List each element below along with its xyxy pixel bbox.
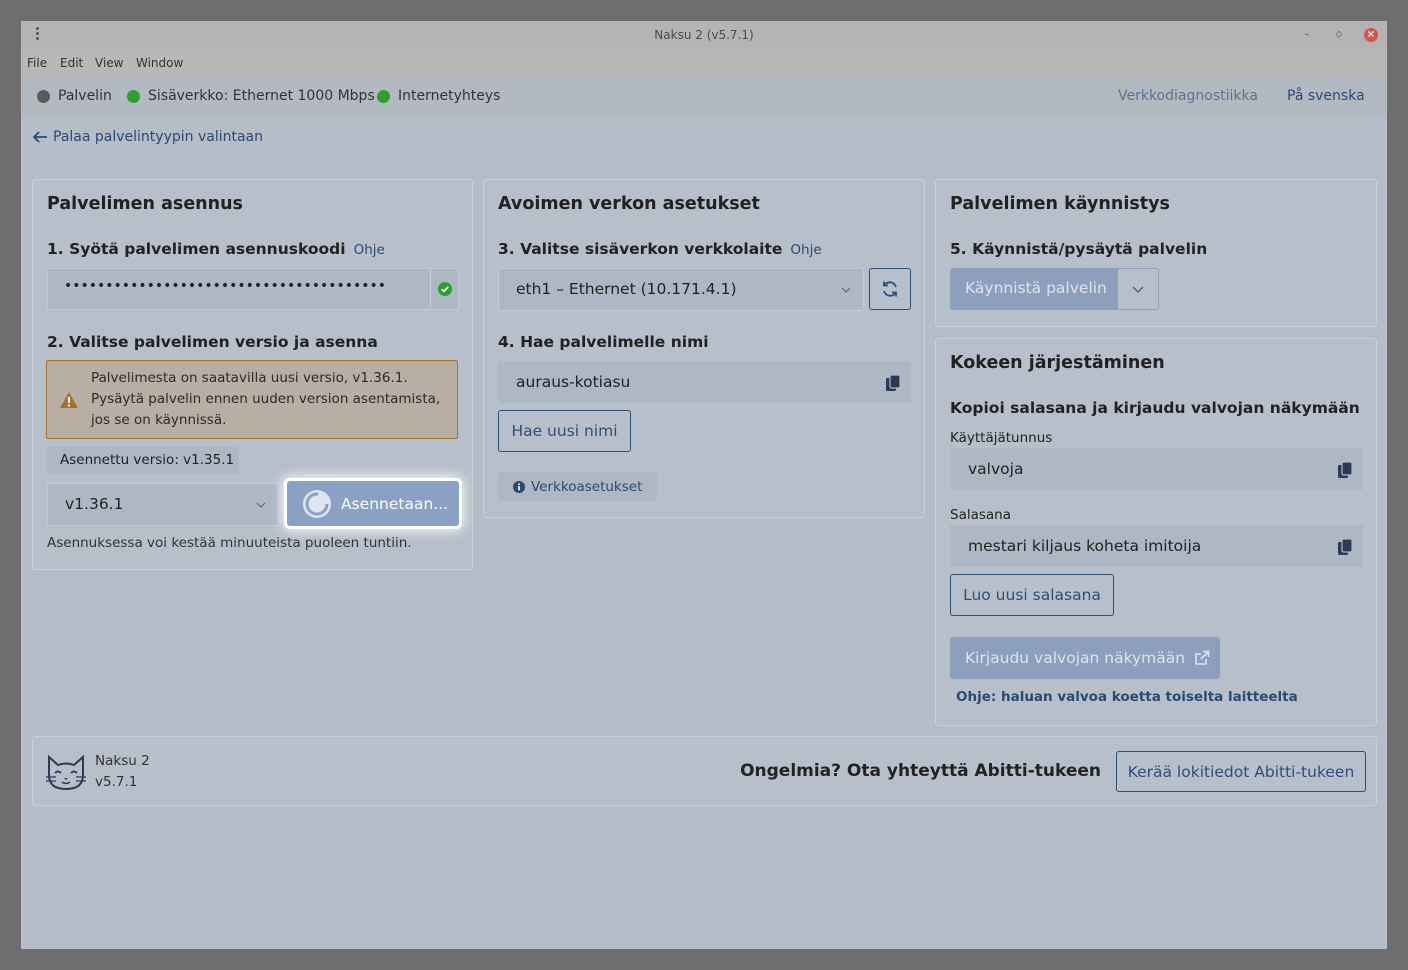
footer-app-name: Naksu 2 <box>95 753 150 769</box>
chevron-down-icon <box>1132 286 1144 293</box>
network-device-select[interactable]: eth1 – Ethernet (10.171.4.1) <box>498 268 864 311</box>
install-code-input[interactable]: ••••••••••••••••••••••••••••••••••••••• <box>47 268 459 310</box>
update-warning-text: Palvelimesta on saatavilla uusi versio, … <box>91 370 441 428</box>
close-icon[interactable]: × <box>1364 28 1378 42</box>
server-name-value: auraus-kotiasu <box>516 373 631 391</box>
warning-icon <box>60 392 78 408</box>
network-card: Avoimen verkon asetukset 3. Valitse sisä… <box>483 179 925 518</box>
password-label: Salasana <box>950 507 1012 523</box>
maximize-icon[interactable]: ⬦ <box>1332 28 1346 42</box>
step1-heading: 1. Syötä palvelimen asennuskoodi Ohje <box>47 240 385 258</box>
install-card-title: Palvelimen asennus <box>47 194 243 214</box>
lan-status-dot <box>127 89 140 103</box>
server-status: Palvelin <box>37 88 112 104</box>
install-duration-note: Asennuksessa voi kestää minuuteista puol… <box>47 535 412 551</box>
network-card-title: Avoimen verkon asetukset <box>498 194 760 214</box>
footer: Naksu 2 v5.7.1 Ongelmia? Ota yhteyttä Ab… <box>32 736 1377 806</box>
arrow-left-icon <box>33 131 47 143</box>
install-button[interactable]: Asennetaan... <box>287 481 459 526</box>
code-valid-indicator <box>430 269 458 309</box>
chevron-down-icon <box>256 502 266 508</box>
update-warning: Palvelimesta on saatavilla uusi versio, … <box>46 360 458 439</box>
menu-view[interactable]: View <box>95 56 123 70</box>
copy-icon[interactable] <box>1337 461 1353 479</box>
exam-card-title: Kokeen järjestäminen <box>950 353 1165 373</box>
selected-version-value: v1.36.1 <box>65 495 124 513</box>
start-server-button[interactable]: Käynnistä palvelin <box>950 268 1117 310</box>
step2-heading: 2. Valitse palvelimen versio ja asenna <box>47 333 378 351</box>
menu-window[interactable]: Window <box>136 56 183 70</box>
version-select[interactable]: v1.36.1 <box>47 483 279 526</box>
support-contact-text: Ongelmia? Ota yhteyttä Abitti-tukeen <box>740 761 1101 781</box>
chevron-down-icon <box>841 287 851 293</box>
back-link-label: Palaa palvelintyypin valintaan <box>53 129 263 145</box>
network-settings-label: Verkkoasetukset <box>531 478 643 495</box>
footer-version: v5.7.1 <box>95 774 138 790</box>
step3-heading: 3. Valitse sisäverkon verkkolaite Ohje <box>498 240 822 258</box>
startup-card-title: Palvelimen käynnistys <box>950 194 1170 214</box>
info-icon <box>513 480 525 493</box>
collect-logs-button[interactable]: Kerää lokitiedot Abitti-tukeen <box>1116 751 1366 792</box>
check-circle-icon <box>438 282 452 296</box>
username-label: Käyttäjätunnus <box>950 430 1053 446</box>
lan-status-label: Sisäverkko: Ethernet 1000 Mbps <box>148 88 375 104</box>
app-window: Naksu 2 (v5.7.1) – ⬦ × File Edit View Wi… <box>21 21 1387 949</box>
step1-help-link[interactable]: Ohje <box>354 242 385 258</box>
username-value: valvoja <box>968 460 1024 478</box>
install-code-value: ••••••••••••••••••••••••••••••••••••••• <box>64 278 387 294</box>
exam-subtitle: Kopioi salasana ja kirjaudu valvojan näk… <box>950 399 1360 417</box>
step1-label: 1. Syötä palvelimen asennuskoodi <box>47 240 346 258</box>
step3-help-link[interactable]: Ohje <box>790 242 821 258</box>
main-content: Palaa palvelintyypin valintaan Palvelime… <box>21 115 1387 949</box>
new-password-button[interactable]: Luo uusi salasana <box>950 574 1114 616</box>
copy-icon[interactable] <box>1337 538 1353 556</box>
network-device-value: eth1 – Ethernet (10.171.4.1) <box>516 280 737 298</box>
step4-heading: 4. Hae palvelimelle nimi <box>498 333 709 351</box>
window-title: Naksu 2 (v5.7.1) <box>654 28 754 42</box>
installed-version-badge: Asennettu versio: v1.35.1 <box>46 447 239 474</box>
back-link[interactable]: Palaa palvelintyypin valintaan <box>33 129 263 145</box>
status-bar: Palvelin Sisäverkko: Ethernet 1000 Mbps … <box>21 75 1387 115</box>
external-link-icon <box>1195 650 1210 665</box>
network-diagnostics-link[interactable]: Verkkodiagnostiikka <box>1118 88 1258 104</box>
server-status-label: Palvelin <box>58 88 112 104</box>
internet-status-label: Internetyhteys <box>398 88 501 104</box>
internet-status: Internetyhteys <box>377 88 500 104</box>
refresh-icon <box>883 281 897 297</box>
username-field: valvoja <box>950 448 1363 490</box>
install-button-label: Asennetaan... <box>341 494 449 513</box>
cat-logo-icon <box>46 754 86 791</box>
title-bar: Naksu 2 (v5.7.1) – ⬦ × <box>21 21 1387 49</box>
password-value: mestari kiljaus koheta imitoija <box>968 537 1202 555</box>
exam-card: Kokeen järjestäminen Kopioi salasana ja … <box>935 338 1377 726</box>
step5-heading: 5. Käynnistä/pysäytä palvelin <box>950 240 1208 258</box>
lan-status: Sisäverkko: Ethernet 1000 Mbps <box>127 88 375 104</box>
minimize-icon[interactable]: – <box>1300 28 1314 42</box>
copy-icon[interactable] <box>885 374 901 392</box>
proctor-login-label: Kirjaudu valvojan näkymään <box>965 649 1186 667</box>
startup-card: Palvelimen käynnistys 5. Käynnistä/pysäy… <box>935 179 1377 327</box>
server-name-field: auraus-kotiasu <box>498 361 911 403</box>
language-swedish-link[interactable]: På svenska <box>1287 88 1365 104</box>
server-status-dot <box>37 89 50 103</box>
start-options-dropdown[interactable] <box>1117 268 1159 310</box>
network-settings-button[interactable]: Verkkoasetukset <box>498 472 657 501</box>
get-new-name-button[interactable]: Hae uusi nimi <box>498 410 631 452</box>
menu-file[interactable]: File <box>27 56 47 70</box>
menu-edit[interactable]: Edit <box>60 56 83 70</box>
spinner-icon <box>303 489 331 518</box>
install-card: Palvelimen asennus 1. Syötä palvelimen a… <box>32 179 473 570</box>
remote-proctor-help-link[interactable]: Ohje: haluan valvoa koetta toiselta lait… <box>956 689 1298 705</box>
proctor-login-button[interactable]: Kirjaudu valvojan näkymään <box>950 637 1220 679</box>
password-field: mestari kiljaus koheta imitoija <box>950 525 1363 567</box>
internet-status-dot <box>377 89 390 103</box>
refresh-devices-button[interactable] <box>869 268 911 310</box>
menu-bar: File Edit View Window <box>21 49 1387 75</box>
step3-label: 3. Valitse sisäverkon verkkolaite <box>498 240 783 258</box>
